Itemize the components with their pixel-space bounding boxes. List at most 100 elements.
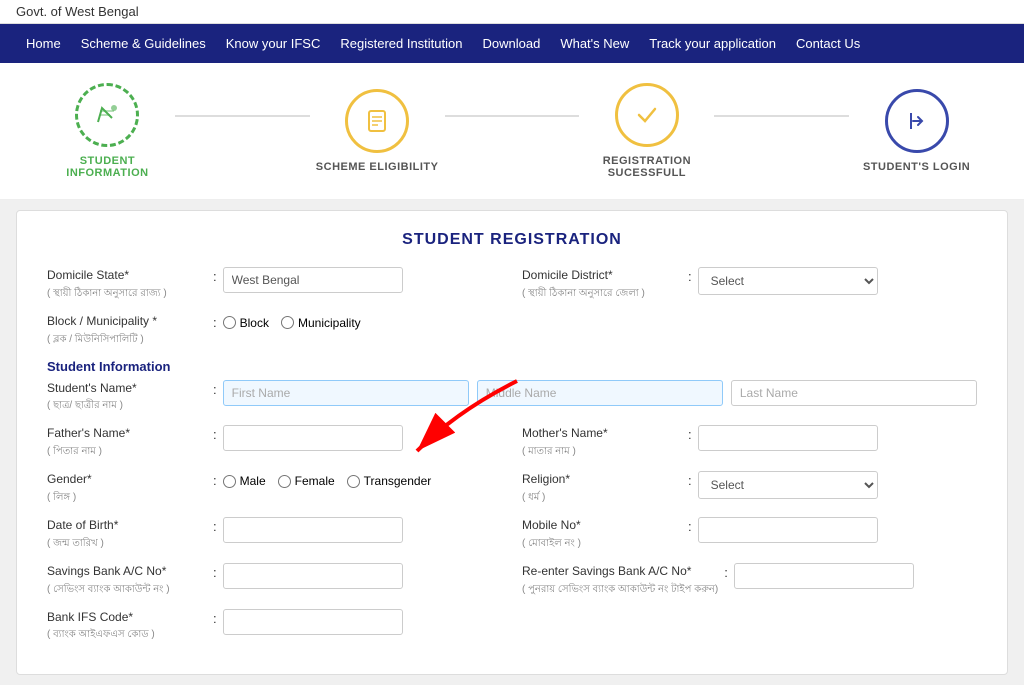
- step-3-label: REGISTRATION SUCESSFULL: [579, 155, 714, 179]
- father-name-group: Father's Name* ( পিতার নাম ) :: [47, 425, 502, 459]
- savings-label: Savings Bank A/C No* ( সেভিংস ব্যাংক আকা…: [47, 563, 207, 597]
- religion-label: Religion* ( ধর্ম ): [522, 471, 682, 505]
- radio-municipality-input[interactable]: [281, 316, 294, 329]
- colon-9: :: [213, 517, 217, 534]
- student-name-label: Student's Name* ( ছাত্র/ ছাত্রীর নাম ): [47, 380, 207, 414]
- mother-name-label: Mother's Name* ( মাতার নাম ): [522, 425, 682, 459]
- student-registration-form: STUDENT REGISTRATION Domicile State* ( স…: [16, 210, 1008, 675]
- gender-label: Gender* ( লিঙ্গ ): [47, 471, 207, 505]
- radio-female-label: Female: [295, 474, 335, 488]
- connector-1: [175, 115, 310, 117]
- block-label: Block / Municipality * ( ব্লক / মিউনিসিপ…: [47, 313, 207, 347]
- step-3-circle: [615, 83, 679, 147]
- bank-ifs-group: Bank IFS Code* ( ব্যাংক আইএফএস কোড ) :: [47, 609, 977, 643]
- colon-4: :: [213, 380, 217, 397]
- domicile-row: Domicile State* ( স্থায়ী ঠিকানা অনুসারে…: [47, 267, 977, 301]
- colon-10: :: [688, 517, 692, 534]
- middle-name-input[interactable]: [477, 380, 723, 406]
- radio-block-input[interactable]: [223, 316, 236, 329]
- mother-name-group: Mother's Name* ( মাতার নাম ) :: [522, 425, 977, 459]
- student-name-group: Student's Name* ( ছাত্র/ ছাত্রীর নাম ) :: [47, 380, 977, 414]
- parents-row: Father's Name* ( পিতার নাম ) : Mother's …: [47, 425, 977, 459]
- colon-6: :: [688, 425, 692, 442]
- colon-12: :: [724, 563, 728, 580]
- form-title: STUDENT REGISTRATION: [47, 231, 977, 249]
- domicile-state-group: Domicile State* ( স্থায়ী ঠিকানা অনুসারে…: [47, 267, 502, 301]
- colon-3: :: [213, 313, 217, 330]
- domicile-district-group: Domicile District* ( স্থায়ী ঠিকানা অনুস…: [522, 267, 977, 301]
- domicile-district-label: Domicile District* ( স্থায়ী ঠিকানা অনুস…: [522, 267, 682, 301]
- bank-ifs-input[interactable]: [223, 609, 403, 635]
- gender-religion-row: Gender* ( লিঙ্গ ) : Male Female Transgen…: [47, 471, 977, 505]
- bank-ifs-label: Bank IFS Code* ( ব্যাংক আইএফএস কোড ): [47, 609, 207, 643]
- nav-track[interactable]: Track your application: [639, 24, 786, 63]
- gender-group: Gender* ( লিঙ্গ ) : Male Female Transgen…: [47, 471, 502, 505]
- savings-row: Savings Bank A/C No* ( সেভিংস ব্যাংক আকা…: [47, 563, 977, 597]
- nav-institution[interactable]: Registered Institution: [330, 24, 472, 63]
- re-savings-label: Re-enter Savings Bank A/C No* ( পুনরায় …: [522, 563, 718, 597]
- radio-block[interactable]: Block: [223, 316, 269, 330]
- mother-name-input[interactable]: [698, 425, 878, 451]
- bank-row: Bank IFS Code* ( ব্যাংক আইএফএস কোড ) :: [47, 609, 977, 643]
- main-nav: Home Scheme & Guidelines Know your IFSC …: [0, 24, 1024, 63]
- radio-male-input[interactable]: [223, 475, 236, 488]
- domicile-state-input[interactable]: [223, 267, 403, 293]
- student-name-row: Student's Name* ( ছাত্র/ ছাত্রীর নাম ) :: [47, 380, 977, 414]
- step-4-circle: [885, 89, 949, 153]
- nav-contact[interactable]: Contact Us: [786, 24, 870, 63]
- student-info-section-title: Student Information: [47, 359, 977, 374]
- nav-whats-new[interactable]: What's New: [550, 24, 639, 63]
- radio-transgender[interactable]: Transgender: [347, 474, 432, 488]
- step-registration: REGISTRATION SUCESSFULL: [579, 83, 714, 179]
- religion-select[interactable]: Select: [698, 471, 878, 499]
- step-1-circle: [75, 83, 139, 147]
- dob-label: Date of Birth* ( জন্ম তারিখ ): [47, 517, 207, 551]
- step-student-info: STUDENT INFORMATION: [40, 83, 175, 179]
- mobile-group: Mobile No* ( মোবাইল নং ) :: [522, 517, 977, 551]
- steps-container: STUDENT INFORMATION SCHEME ELIGIBILITY R…: [0, 63, 1024, 200]
- last-name-input[interactable]: [731, 380, 977, 406]
- connector-3: [714, 115, 849, 117]
- step-4-label: STUDENT'S LOGIN: [863, 161, 970, 173]
- colon-8: :: [688, 471, 692, 488]
- first-name-input[interactable]: [223, 380, 469, 406]
- nav-download[interactable]: Download: [472, 24, 550, 63]
- domicile-district-select[interactable]: Select: [698, 267, 878, 295]
- radio-female[interactable]: Female: [278, 474, 335, 488]
- colon-5: :: [213, 425, 217, 442]
- radio-municipality[interactable]: Municipality: [281, 316, 361, 330]
- father-name-input[interactable]: [223, 425, 403, 451]
- block-group: Block / Municipality * ( ব্লক / মিউনিসিপ…: [47, 313, 977, 347]
- gender-radio-group: Male Female Transgender: [223, 471, 432, 488]
- dob-input[interactable]: [223, 517, 403, 543]
- radio-block-label: Block: [240, 316, 269, 330]
- re-savings-group: Re-enter Savings Bank A/C No* ( পুনরায় …: [522, 563, 977, 597]
- radio-transgender-input[interactable]: [347, 475, 360, 488]
- mobile-label: Mobile No* ( মোবাইল নং ): [522, 517, 682, 551]
- colon-13: :: [213, 609, 217, 626]
- father-name-label: Father's Name* ( পিতার নাম ): [47, 425, 207, 459]
- colon-11: :: [213, 563, 217, 580]
- colon-7: :: [213, 471, 217, 488]
- step-scheme: SCHEME ELIGIBILITY: [310, 89, 445, 173]
- dob-mobile-row: Date of Birth* ( জন্ম তারিখ ) : Mobile N…: [47, 517, 977, 551]
- nav-ifsc[interactable]: Know your IFSC: [216, 24, 331, 63]
- mobile-input[interactable]: [698, 517, 878, 543]
- radio-male-label: Male: [240, 474, 266, 488]
- top-bar: Govt. of West Bengal: [0, 0, 1024, 24]
- radio-transgender-label: Transgender: [364, 474, 432, 488]
- radio-female-input[interactable]: [278, 475, 291, 488]
- name-fields: [223, 380, 977, 406]
- savings-group: Savings Bank A/C No* ( সেভিংস ব্যাংক আকা…: [47, 563, 502, 597]
- nav-scheme[interactable]: Scheme & Guidelines: [71, 24, 216, 63]
- block-row: Block / Municipality * ( ব্লক / মিউনিসিপ…: [47, 313, 977, 347]
- radio-male[interactable]: Male: [223, 474, 266, 488]
- block-radio-group: Block Municipality: [223, 313, 361, 330]
- colon-2: :: [688, 267, 692, 284]
- step-2-circle: [345, 89, 409, 153]
- step-2-label: SCHEME ELIGIBILITY: [316, 161, 439, 173]
- radio-municipality-label: Municipality: [298, 316, 361, 330]
- step-login: STUDENT'S LOGIN: [849, 89, 984, 173]
- step-1-label: STUDENT INFORMATION: [40, 155, 175, 179]
- nav-home[interactable]: Home: [16, 24, 71, 63]
